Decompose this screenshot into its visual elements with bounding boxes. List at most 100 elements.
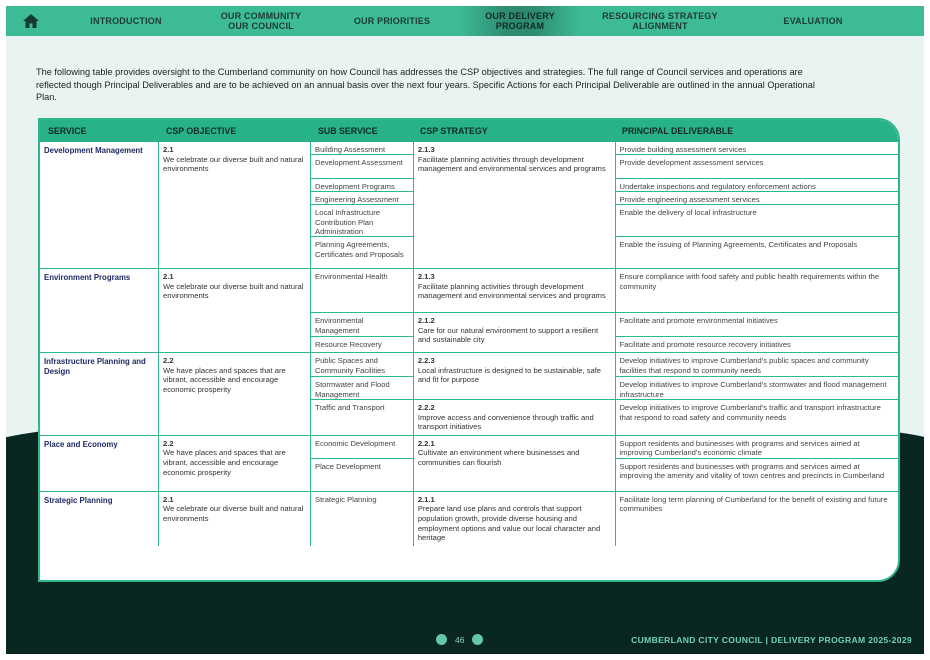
sub-service: Public Spaces and Community Facilities [315, 356, 386, 375]
csp-strategy: 2.1.3 Facilitate planning activities thro… [412, 142, 615, 268]
prev-page-button[interactable] [436, 634, 447, 645]
csp-strategy: 2.2.3 Local infrastructure is designed to… [412, 353, 615, 399]
header-principal-deliverable: PRINCIPAL DELIVERABLE [622, 126, 734, 136]
nav-label: EVALUATION [783, 16, 843, 26]
principal-deliverable: Support residents and businesses with pr… [615, 457, 898, 491]
service-name: Place and Economy [44, 439, 118, 449]
strategy-number: 2.1.3 [417, 145, 435, 154]
principal-deliverable: Enable the delivery of local infrastruct… [615, 204, 898, 236]
principal-deliverable: Facilitate long term planning of Cumberl… [619, 494, 888, 514]
strategy-text: Facilitate planning activities through d… [417, 281, 606, 301]
header-service: SERVICE [48, 126, 87, 136]
csp-strategy: 2.1.3 Facilitate planning activities thro… [412, 269, 615, 312]
sub-service: Development Programs [311, 178, 413, 191]
strategy-block: Economic Development Place Development 2.2… [311, 435, 898, 491]
strategy-block: Public Spaces and Community Facilities St… [311, 353, 898, 399]
objective-number: 2.1 [163, 494, 174, 504]
nav-our-delivery-program[interactable]: OUR DELIVERY PROGRAM [458, 6, 582, 36]
sub-service: Environmental Health [315, 272, 388, 281]
table-row: Environment Programs 2.1 We celebrate our … [40, 268, 898, 352]
table-row: Strategic Planning 2.1 We celebrate our di… [40, 490, 898, 546]
strategy-text: Care for our natural environment to supp… [417, 325, 599, 345]
principal-deliverable: Facilitate and promote resource recovery… [615, 336, 898, 352]
principal-deliverable: Provide building assessment services [619, 145, 747, 154]
objective-text: We have places and spaces that are vibra… [163, 448, 286, 477]
sub-service: Resource Recovery [311, 336, 413, 352]
footer-title: CUMBERLAND CITY COUNCIL | DELIVERY PROGR… [631, 635, 912, 645]
strategy-group: Economic Development Place Development 2.2… [310, 435, 898, 491]
home-icon [23, 14, 39, 28]
strategy-group: Environmental Health 2.1.3 Facilitate plan… [310, 269, 898, 352]
strategy-number: 2.2.2 [417, 403, 435, 412]
csp-objective: 2.2 We have places and spaces that are vi… [158, 353, 310, 435]
strategy-number: 2.1.2 [417, 316, 435, 325]
principal-deliverable: Develop initiatives to improve Cumberlan… [619, 403, 881, 422]
nav-label: OUR PRIORITIES [353, 16, 431, 26]
nav-label: INTRODUCTION [90, 16, 162, 26]
nav-label: RESOURCING STRATEGY ALIGNMENT [602, 11, 718, 31]
page-number: 46 [455, 634, 465, 645]
principal-deliverable: Develop initiatives to improve Cumberlan… [615, 376, 898, 399]
page-frame: INTRODUCTION OUR COMMUNITY OUR COUNCIL O… [6, 6, 924, 654]
sub-service: Environmental Management [315, 316, 364, 335]
csp-objective: 2.1 We celebrate our diverse built and na… [158, 269, 310, 352]
principal-deliverable: Undertake inspections and regulatory enf… [615, 178, 898, 191]
top-navigation: INTRODUCTION OUR COMMUNITY OUR COUNCIL O… [6, 6, 924, 36]
service-name: Development Management [44, 146, 143, 155]
sub-service: Development Assessment [311, 154, 413, 178]
objective-text: We celebrate our diverse built and natur… [163, 504, 304, 523]
service-name: Infrastructure Planning and Design [44, 357, 146, 376]
services-table: SERVICE CSP OBJECTIVE SUB SERVICE CSP ST… [38, 118, 900, 582]
objective-text: We have places and spaces that are vibra… [163, 365, 286, 394]
table-header: SERVICE CSP OBJECTIVE SUB SERVICE CSP ST… [40, 120, 898, 142]
nav-home-button[interactable] [6, 6, 56, 36]
principal-deliverable: Facilitate and promote environmental ini… [619, 316, 778, 325]
principal-deliverable: Ensure compliance with food safety and p… [619, 272, 880, 291]
csp-strategy: 2.1.2 Care for our natural environment to… [412, 313, 615, 352]
principal-deliverable: Provide engineering assessment services [615, 191, 898, 204]
intro-paragraph: The following table provides oversight t… [36, 67, 815, 102]
objective-number: 2.1 [163, 145, 174, 154]
footer-separator: | [765, 635, 769, 645]
nav-label: OUR DELIVERY PROGRAM [485, 11, 555, 31]
nav-resourcing-strategy[interactable]: RESOURCING STRATEGY ALIGNMENT [582, 6, 738, 36]
nav-label: OUR COMMUNITY OUR COUNCIL [220, 11, 302, 31]
strategy-block: Traffic and Transport 2.2.2 Improve access… [311, 399, 898, 435]
strategy-block: Environmental Health 2.1.3 Facilitate plan… [311, 269, 898, 312]
nav-our-community[interactable]: OUR COMMUNITY OUR COUNCIL [196, 6, 326, 36]
table-row: Development Management 2.1 We celebrate ou… [40, 142, 898, 268]
objective-text: We celebrate our diverse built and natur… [163, 154, 304, 174]
next-page-button[interactable] [472, 634, 484, 645]
strategy-text: Improve access and convenience through t… [417, 412, 594, 432]
objective-number: 2.1 [163, 272, 174, 281]
nav-introduction[interactable]: INTRODUCTION [56, 6, 196, 36]
strategy-text: Prepare land use plans and controls that… [417, 504, 601, 543]
csp-strategy: 2.1.1 Prepare land use plans and controls… [412, 491, 615, 546]
page-pager: 46 [436, 634, 484, 645]
nav-our-priorities[interactable]: OUR PRIORITIES [326, 6, 458, 36]
strategy-block: Environmental Management Resource Recover… [311, 312, 898, 352]
principal-deliverable: Support residents and businesses with pr… [619, 438, 860, 458]
strategy-text: Facilitate planning activities through d… [417, 154, 606, 174]
nav-evaluation[interactable]: EVALUATION [738, 6, 888, 36]
strategy-group: Building Assessment Development Assessmen… [310, 142, 898, 268]
header-csp-objective: CSP OBJECTIVE [166, 126, 237, 136]
service-name: Environment Programs [44, 273, 131, 282]
objective-text: We celebrate our diverse built and natur… [163, 281, 304, 301]
strategy-text: Local infrastructure is designed to be s… [417, 365, 602, 385]
sub-service: Strategic Planning [315, 494, 377, 504]
strategy-text: Cultivate an environment where businesse… [417, 448, 580, 467]
sub-service: Place Development [311, 457, 413, 491]
sub-service: Local Infrastructure Contribution Plan A… [311, 204, 413, 236]
strategy-number: 2.2.3 [417, 356, 435, 365]
strategy-number: 2.2.1 [417, 438, 435, 448]
strategy-group: Strategic Planning 2.1.1 Prepare land use … [310, 491, 898, 546]
footer-org: CUMBERLAND CITY COUNCIL [631, 635, 763, 645]
csp-objective: 2.1 We celebrate our diverse built and na… [158, 491, 310, 546]
principal-deliverable: Enable the issuing of Planning Agreement… [615, 236, 898, 268]
sub-service: Planning Agreements, Certificates and Pr… [311, 236, 413, 268]
sub-service: Traffic and Transport [315, 403, 385, 412]
strategy-number: 2.1.1 [417, 494, 435, 504]
strategy-block: Building Assessment Development Assessmen… [311, 142, 898, 268]
header-csp-strategy: CSP STRATEGY [420, 126, 488, 136]
